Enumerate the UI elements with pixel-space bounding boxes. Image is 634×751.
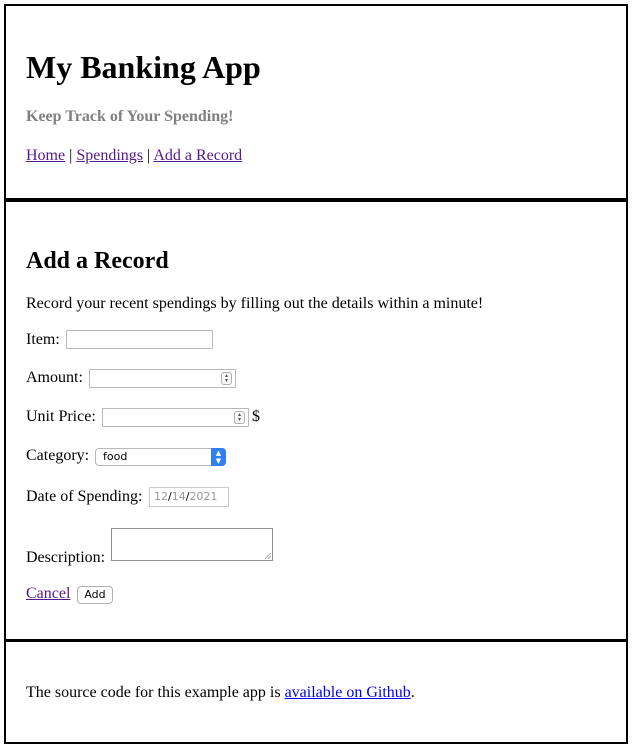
currency-symbol: $	[252, 408, 260, 425]
category-selected-value: food	[103, 450, 128, 463]
unit-price-input[interactable]: ▴ ▾	[102, 408, 249, 427]
resize-grip-icon[interactable]	[265, 553, 271, 559]
page-title: Add a Record	[26, 248, 169, 274]
description-label: Description:	[26, 549, 106, 567]
chevron-updown-icon: ▲ ▼	[211, 448, 226, 466]
date-day: 14	[171, 490, 186, 503]
item-row: Item:	[26, 330, 60, 350]
amount-row: Amount:	[26, 368, 83, 388]
date-label: Date of Spending:	[26, 488, 143, 506]
footer-section: The source code for this example app is …	[4, 639, 628, 744]
category-label: Category:	[26, 447, 90, 465]
date-month: 12	[154, 490, 168, 503]
footer-message: The source code for this example app is	[26, 684, 285, 701]
amount-input[interactable]: ▴ ▾	[89, 369, 236, 388]
category-row: Category:	[26, 446, 89, 466]
main-section: Add a Record Record your recent spending…	[4, 198, 628, 642]
intro-text: Record your recent spendings by filling …	[26, 295, 484, 312]
date-input[interactable]: 12/14/2021	[149, 487, 229, 507]
nav-separator: |	[146, 147, 151, 164]
amount-stepper-icon[interactable]: ▴ ▾	[221, 372, 232, 385]
nav-link-spendings[interactable]: Spendings	[76, 147, 143, 164]
description-textarea[interactable]	[111, 528, 273, 561]
app-tagline: Keep Track of Your Spending!	[26, 108, 234, 125]
item-input[interactable]	[66, 330, 213, 349]
main-nav: Home | Spendings | Add a Record	[26, 146, 242, 166]
github-link[interactable]: available on Github	[285, 684, 411, 701]
unit-price-row: Unit Price:	[26, 407, 96, 427]
add-button[interactable]: Add	[77, 586, 113, 604]
description-row: Description:	[26, 548, 105, 568]
footer-text: The source code for this example app is …	[26, 683, 415, 703]
cancel-link[interactable]: Cancel	[26, 584, 70, 604]
unit-price-label: Unit Price:	[26, 408, 96, 426]
footer-period: .	[410, 684, 415, 701]
unit-price-stepper-icon[interactable]: ▴ ▾	[234, 411, 245, 424]
nav-link-add-record[interactable]: Add a Record	[153, 147, 242, 164]
amount-label: Amount:	[26, 369, 83, 387]
item-label: Item:	[26, 331, 60, 349]
date-year: 2021	[189, 490, 218, 503]
nav-separator: |	[69, 147, 73, 164]
date-row: Date of Spending:	[26, 487, 142, 507]
header-section: My Banking App Keep Track of Your Spendi…	[4, 4, 628, 202]
nav-link-home[interactable]: Home	[26, 147, 65, 164]
app-title: My Banking App	[26, 49, 261, 85]
category-select[interactable]: food ▲ ▼	[95, 448, 226, 466]
